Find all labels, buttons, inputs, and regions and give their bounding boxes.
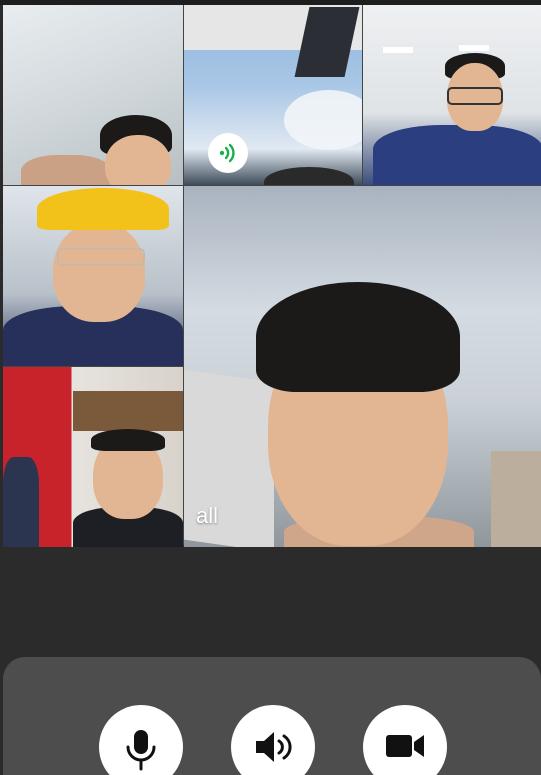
participant-hair [91, 429, 165, 451]
participant-tile-4[interactable] [3, 186, 183, 366]
participant-body [21, 155, 111, 185]
participant-tile-6[interactable] [3, 367, 183, 547]
glasses [447, 87, 503, 105]
participant-tile-1[interactable] [3, 5, 183, 185]
cloud [284, 90, 362, 150]
video-camera-icon [386, 735, 424, 757]
participant-body [373, 125, 541, 185]
call-control-panel [3, 657, 541, 775]
bystander [3, 457, 39, 547]
person-top-of-head [264, 167, 354, 185]
participant-grid: all [3, 5, 541, 547]
signal-icon [219, 143, 235, 163]
speaker-button[interactable] [231, 705, 315, 775]
ceiling-beam [73, 391, 183, 431]
glasses [57, 248, 145, 266]
participant-tile-2[interactable] [184, 5, 362, 185]
camera-toggle-button[interactable] [363, 705, 447, 775]
video-call-screen: all [0, 0, 541, 775]
participant-tile-3[interactable] [363, 5, 541, 185]
building-right [491, 451, 541, 547]
speaker-icon [256, 732, 292, 762]
participant-hair [256, 282, 460, 392]
main-video-label: all [196, 503, 219, 528]
participant-face [53, 222, 145, 322]
ceiling-light [383, 47, 413, 53]
audio-signal-badge [208, 133, 248, 173]
main-video-tile[interactable]: all [184, 186, 541, 547]
participant-face [105, 135, 171, 185]
microphone-icon [126, 730, 156, 771]
mute-microphone-button[interactable] [99, 705, 183, 775]
ceiling-light [459, 45, 489, 51]
hard-hat [37, 188, 169, 230]
